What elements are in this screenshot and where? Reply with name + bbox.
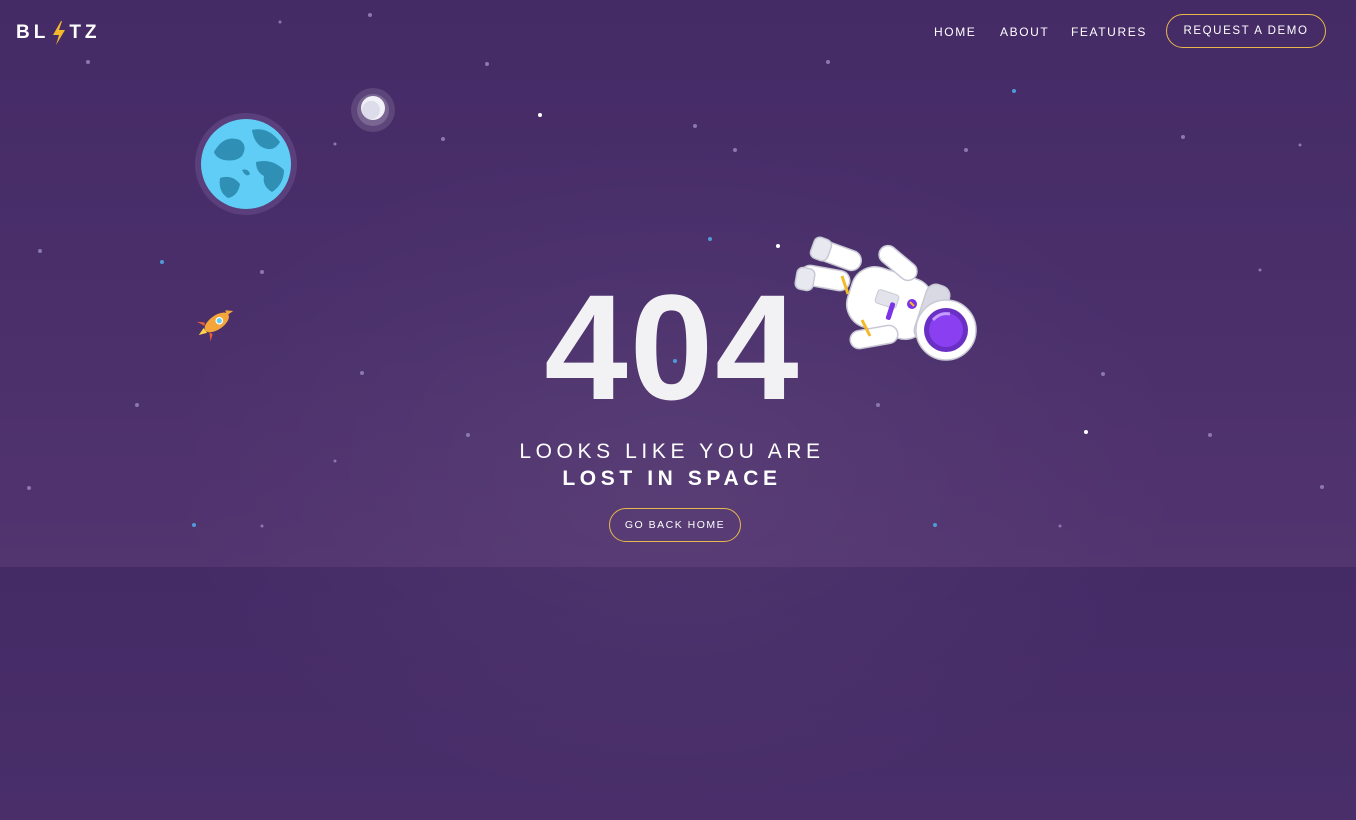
nav-features[interactable]: FEATURES xyxy=(1071,25,1147,39)
planet-earth-icon xyxy=(195,113,297,215)
brand-name-left: BL xyxy=(16,22,50,43)
error-code: 404 xyxy=(544,263,801,431)
nav-home[interactable]: HOME xyxy=(934,25,976,39)
nav-about[interactable]: ABOUT xyxy=(1000,25,1049,39)
error-message-line2: LOST IN SPACE xyxy=(562,467,782,490)
error-message-line1: LOOKS LIKE YOU ARE xyxy=(519,440,825,463)
request-demo-button[interactable]: REQUEST A DEMO xyxy=(1166,14,1326,48)
brand-logo[interactable]: BL TZ xyxy=(16,20,101,46)
go-back-home-button[interactable]: GO BACK HOME xyxy=(609,508,741,542)
lightning-bolt-icon xyxy=(53,21,66,45)
brand-name-right: TZ xyxy=(69,22,101,43)
rocket-icon xyxy=(196,310,234,341)
moon-icon xyxy=(351,88,395,132)
